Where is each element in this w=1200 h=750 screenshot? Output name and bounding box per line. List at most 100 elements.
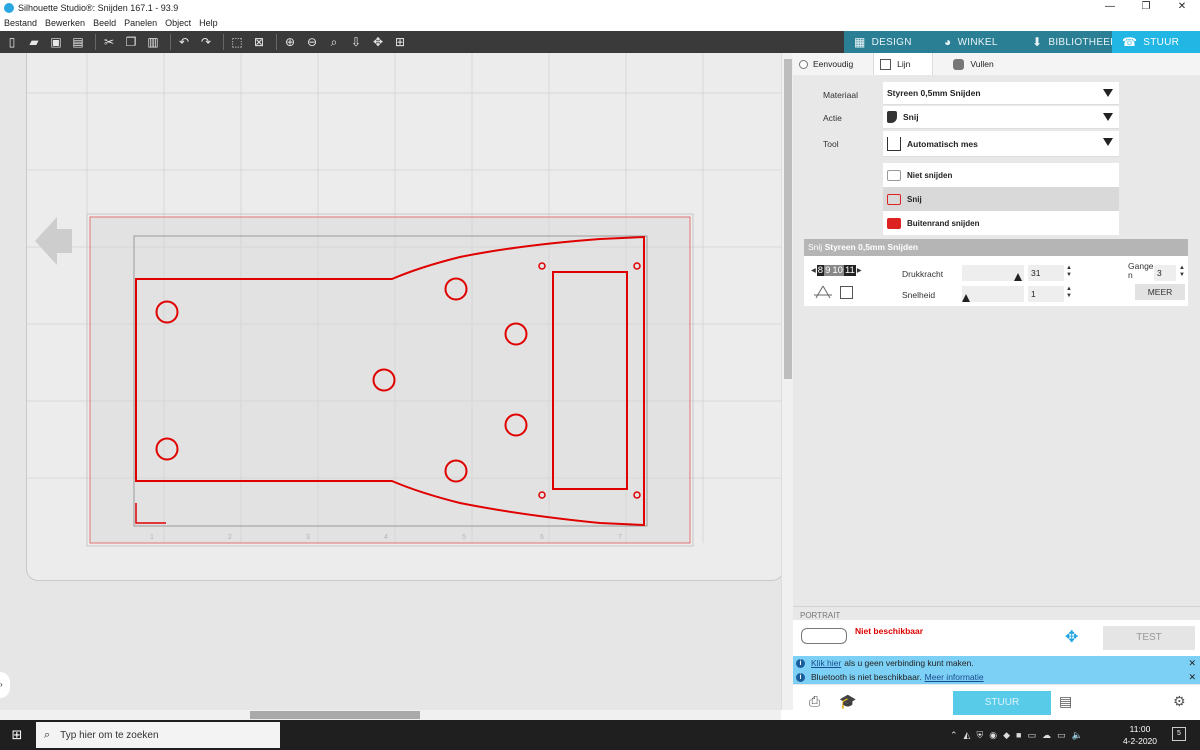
menu-beeld[interactable]: Beeld: [93, 16, 116, 30]
windows-start-icon[interactable]: ⊞: [0, 720, 34, 750]
zoom-in-icon[interactable]: ⊕: [281, 33, 299, 51]
notification-icon[interactable]: 5: [1172, 727, 1186, 741]
arrow-left-icon[interactable]: ◂: [810, 265, 817, 276]
drive-icon[interactable]: ◭: [964, 730, 971, 741]
close-icon[interactable]: ✕: [1188, 670, 1196, 684]
minimize-button[interactable]: —: [1092, 0, 1128, 16]
more-button[interactable]: MEER: [1135, 284, 1185, 300]
print-icon[interactable]: ▤: [69, 33, 87, 51]
option-buitenrand-snijden[interactable]: Buitenrand snijden: [883, 211, 1119, 235]
auto-blade-icon: [887, 136, 901, 151]
move-arrows-icon[interactable]: ✥: [1065, 627, 1078, 647]
clock[interactable]: 11:00 4-2-2020: [1115, 723, 1165, 747]
design-canvas[interactable]: 1 2 3 4 5 6 7: [0, 53, 793, 710]
tutorial-icon[interactable]: 🎓: [839, 693, 856, 710]
send-button[interactable]: STUUR: [953, 691, 1051, 715]
cut-icon[interactable]: ✂: [100, 33, 118, 51]
send-footer: ⎙ 🎓 STUUR ▤ ⚙: [793, 685, 1200, 720]
slider-knob[interactable]: [1014, 273, 1022, 281]
mode-lijn[interactable]: Lijn: [873, 53, 934, 75]
mode-vullen[interactable]: Vullen: [953, 58, 994, 70]
zoom-out-icon[interactable]: ⊖: [303, 33, 321, 51]
close-button[interactable]: ✕: [1164, 0, 1200, 16]
speed-input[interactable]: 1: [1028, 286, 1064, 302]
menu-bar: Bestand Bewerken Beeld Panelen Object He…: [0, 16, 1200, 30]
pressure-input[interactable]: 31: [1028, 265, 1064, 281]
undo-icon[interactable]: ↶: [175, 33, 193, 51]
menu-object[interactable]: Object: [165, 16, 191, 30]
option-niet-snijden[interactable]: Niet snijden: [883, 163, 1119, 187]
passes-input[interactable]: 3: [1154, 265, 1176, 281]
new-file-icon[interactable]: ▯: [3, 33, 21, 51]
passes-stepper[interactable]: ▲ ▼: [1179, 265, 1185, 279]
close-icon[interactable]: ✕: [1188, 656, 1196, 670]
pressure-slider[interactable]: [962, 265, 1024, 281]
tool-select[interactable]: Automatisch mes: [883, 131, 1119, 157]
save-icon[interactable]: ▣: [47, 33, 65, 51]
mode-eenvoudig[interactable]: Eenvoudig: [799, 59, 853, 69]
window-title: Silhouette Studio®: Snijden 167.1 - 93.9: [18, 3, 179, 13]
sharpness-icon[interactable]: [814, 284, 832, 300]
open-folder-icon[interactable]: ▰: [25, 33, 43, 51]
redo-icon[interactable]: ↷: [197, 33, 215, 51]
copy-icon[interactable]: ❐: [122, 33, 140, 51]
scroll-thumb[interactable]: [250, 711, 420, 719]
zoom-select-icon[interactable]: ⌕: [325, 33, 343, 51]
toolbar-divider: [95, 34, 96, 50]
network-icon[interactable]: ▭: [1057, 730, 1066, 741]
speed-slider[interactable]: [962, 286, 1024, 302]
option-snij[interactable]: Snij: [883, 187, 1119, 211]
menu-help[interactable]: Help: [199, 16, 218, 30]
slider-knob[interactable]: [962, 294, 970, 302]
menu-panelen[interactable]: Panelen: [124, 16, 157, 30]
cut-edge-icon: [887, 217, 901, 229]
horizontal-scrollbar[interactable]: [0, 710, 781, 720]
deselect-icon[interactable]: ⊠: [250, 33, 268, 51]
blade-icon: [887, 111, 897, 123]
update-icon[interactable]: ◉: [989, 730, 997, 741]
menu-bewerken[interactable]: Bewerken: [45, 16, 85, 30]
cut-style-list: Niet snijden Snij Buitenrand snijden: [883, 163, 1119, 235]
tab-stuur[interactable]: ☎ STUUR: [1112, 31, 1200, 53]
line-icon: [880, 58, 892, 70]
material-select[interactable]: Styreen 0,5mm Snijden: [883, 82, 1119, 105]
more-info-link[interactable]: Meer informatie: [925, 670, 984, 684]
tab-design[interactable]: ▦ DESIGN: [844, 31, 934, 53]
cut-icon: [887, 193, 901, 205]
arrow-right-icon[interactable]: ▸: [856, 265, 863, 276]
fit-page-icon[interactable]: ⊞: [391, 33, 409, 51]
scroll-thumb[interactable]: [784, 59, 792, 379]
job-list-icon[interactable]: ▤: [1059, 693, 1072, 710]
app-tray-icon[interactable]: ◆: [1003, 730, 1010, 741]
gear-icon[interactable]: ⚙: [1173, 693, 1186, 710]
tray-chevron-icon[interactable]: ⌃: [950, 730, 958, 741]
search-icon: ⌕: [44, 728, 51, 741]
square-icon[interactable]: [840, 286, 853, 299]
title-bar: Silhouette Studio®: Snijden 167.1 - 93.9…: [0, 0, 1200, 16]
device-queue-icon[interactable]: ⎙: [809, 693, 820, 710]
test-button[interactable]: TEST: [1103, 626, 1195, 650]
shield-icon[interactable]: ⛨: [976, 730, 983, 741]
click-here-link[interactable]: Klik hier: [811, 656, 841, 670]
paste-icon[interactable]: ▥: [144, 33, 162, 51]
pan-icon[interactable]: ✥: [369, 33, 387, 51]
select-all-icon[interactable]: ⬚: [228, 33, 246, 51]
pressure-stepper[interactable]: ▲ ▼: [1066, 265, 1072, 279]
tab-bibliotheek[interactable]: ⬇ BIBLIOTHEEK: [1022, 31, 1117, 53]
vertical-scrollbar[interactable]: [781, 53, 793, 710]
cut-design[interactable]: [0, 53, 781, 710]
pan-down-icon[interactable]: ⇩: [347, 33, 365, 51]
action-select[interactable]: Snij: [883, 106, 1119, 129]
maximize-button[interactable]: ❐: [1128, 0, 1164, 16]
display-icon[interactable]: ▭: [1027, 730, 1036, 741]
speed-stepper[interactable]: ▲ ▼: [1066, 286, 1072, 300]
tab-winkel[interactable]: ◕ WINKEL: [934, 31, 1022, 53]
volume-icon[interactable]: 🔈: [1071, 730, 1082, 741]
menu-bestand[interactable]: Bestand: [4, 16, 37, 30]
cloud-icon[interactable]: ☁: [1042, 730, 1051, 741]
action-label: Actie: [823, 113, 842, 123]
taskbar-search[interactable]: ⌕ Typ hier om te zoeken: [36, 722, 280, 748]
blade-depth-selector[interactable]: ◂ 8 9 10 11 ▸: [810, 263, 863, 277]
app-tray-icon[interactable]: ■: [1016, 730, 1021, 740]
chevron-down-icon: [1103, 113, 1113, 121]
